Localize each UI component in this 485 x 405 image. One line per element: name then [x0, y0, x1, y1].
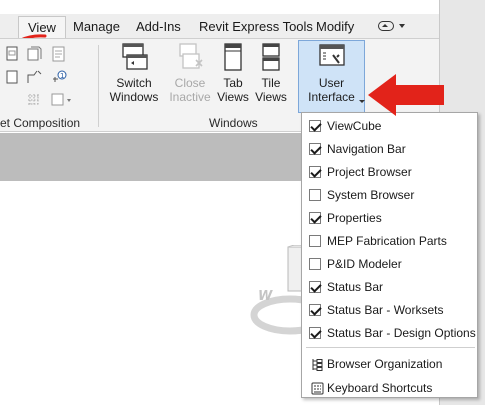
tile-views-label-1: Tile [261, 76, 281, 90]
menu-item-system-browser[interactable]: System Browser [302, 184, 477, 207]
sheet-icon[interactable] [4, 46, 20, 62]
menu-item-keyboard-shortcuts[interactable]: Keyboard Shortcuts [302, 377, 477, 400]
menu-item-status-bar-design-options[interactable]: Status Bar - Design Options [302, 322, 477, 345]
user-interface-label-2: Interface [308, 90, 355, 104]
checkbox[interactable] [309, 143, 321, 155]
switch-windows-button[interactable]: Switch Windows [106, 41, 162, 104]
panel-toggle-dropdown-button[interactable] [378, 20, 412, 34]
menu-item-mep-fabrication-parts[interactable]: MEP Fabrication Parts [302, 230, 477, 253]
checkbox[interactable] [309, 235, 321, 247]
user-interface-icon [318, 44, 345, 66]
checkbox[interactable] [309, 327, 321, 339]
svg-text:1: 1 [60, 72, 64, 80]
menu-item-label: Status Bar [327, 280, 384, 294]
tab-views-label-1: Tab [223, 76, 243, 90]
checkbox[interactable] [309, 281, 321, 293]
menu-item-status-bar[interactable]: Status Bar [302, 276, 477, 299]
view-reference-icon[interactable]: 1 [51, 69, 69, 85]
user-interface-dropdown-menu: ViewCube Navigation Bar Project Browser Sys… [301, 112, 478, 398]
menu-item-label: System Browser [327, 188, 415, 202]
sheet-composition-panel-label: et Composition [0, 116, 81, 130]
close-inactive-label-2: Inactive [169, 90, 211, 104]
menu-item-p-id-modeler[interactable]: P&ID Modeler [302, 253, 477, 276]
tab-add-ins[interactable]: Add-Ins [136, 19, 181, 34]
switch-windows-icon [122, 43, 148, 70]
menu-item-label: Status Bar - Worksets [327, 303, 444, 317]
menu-item-status-bar-worksets[interactable]: Status Bar - Worksets [302, 299, 477, 322]
close-inactive-icon [179, 43, 203, 69]
panel-divider [98, 45, 99, 127]
close-inactive-button[interactable]: Close Inactive [166, 41, 214, 104]
checkbox[interactable] [309, 120, 321, 132]
tile-views-button[interactable]: Tile Views [253, 41, 289, 104]
user-interface-label-1: User [318, 76, 345, 90]
menu-separator [306, 347, 475, 348]
view-grid-icon[interactable] [26, 92, 42, 108]
view-tab-strip [0, 133, 301, 181]
tile-views-icon [262, 43, 280, 71]
tile-views-label-2: Views [255, 90, 287, 104]
menu-item-label: Properties [327, 211, 382, 225]
red-arrow-annotation [368, 74, 444, 116]
menu-item-label: Browser Organization [327, 357, 443, 371]
checkbox[interactable] [309, 189, 321, 201]
menu-item-label: Status Bar - Design Options [327, 326, 476, 340]
tab-manage[interactable]: Manage [73, 19, 120, 34]
viewcube-face-label: W [258, 289, 273, 304]
menu-item-project-browser[interactable]: Project Browser [302, 161, 477, 184]
menu-item-browser-organization[interactable]: Browser Organization [302, 353, 477, 376]
menu-item-navigation-bar[interactable]: Navigation Bar [302, 138, 477, 161]
menu-item-viewcube[interactable]: ViewCube [302, 115, 477, 138]
checkbox[interactable] [309, 212, 321, 224]
tab-modify[interactable]: Modify [316, 19, 354, 34]
browser-organization-icon [311, 358, 323, 374]
checkbox[interactable] [309, 166, 321, 178]
tab-revit-express-tools[interactable]: Revit Express Tools [199, 19, 313, 34]
menu-item-label: Keyboard Shortcuts [327, 381, 433, 395]
panel-toggle-icon [378, 21, 394, 31]
menu-item-label: MEP Fabrication Parts [327, 234, 447, 248]
switch-windows-label-1: Switch [116, 76, 152, 90]
tab-views-button[interactable]: Tab Views [216, 41, 250, 104]
titleblock-icon[interactable] [27, 46, 43, 62]
chevron-down-icon[interactable] [358, 99, 366, 105]
guide-grid-icon[interactable] [4, 69, 20, 85]
keyboard-shortcuts-icon [311, 382, 324, 398]
menu-item-label: ViewCube [327, 119, 382, 133]
menu-item-label: P&ID Modeler [327, 257, 402, 271]
tab-views-label-2: Views [217, 90, 249, 104]
close-inactive-label-1: Close [174, 76, 206, 90]
checkbox[interactable] [309, 304, 321, 316]
switch-windows-label-2: Windows [109, 90, 159, 104]
tab-views-icon [224, 43, 242, 71]
user-interface-button[interactable]: User Interface [298, 40, 365, 113]
viewports-dropdown-icon[interactable] [51, 92, 73, 108]
matchline-icon[interactable] [26, 69, 46, 85]
ribbon-tab-bar: View Manage Add-Ins Revit Express Tools … [0, 14, 439, 40]
checkbox[interactable] [309, 258, 321, 270]
revisions-icon[interactable] [51, 46, 67, 62]
chevron-down-icon [399, 24, 405, 28]
menu-item-label: Project Browser [327, 165, 412, 179]
menu-item-label: Navigation Bar [327, 142, 406, 156]
menu-item-properties[interactable]: Properties [302, 207, 477, 230]
windows-panel-label: Windows [209, 116, 258, 130]
